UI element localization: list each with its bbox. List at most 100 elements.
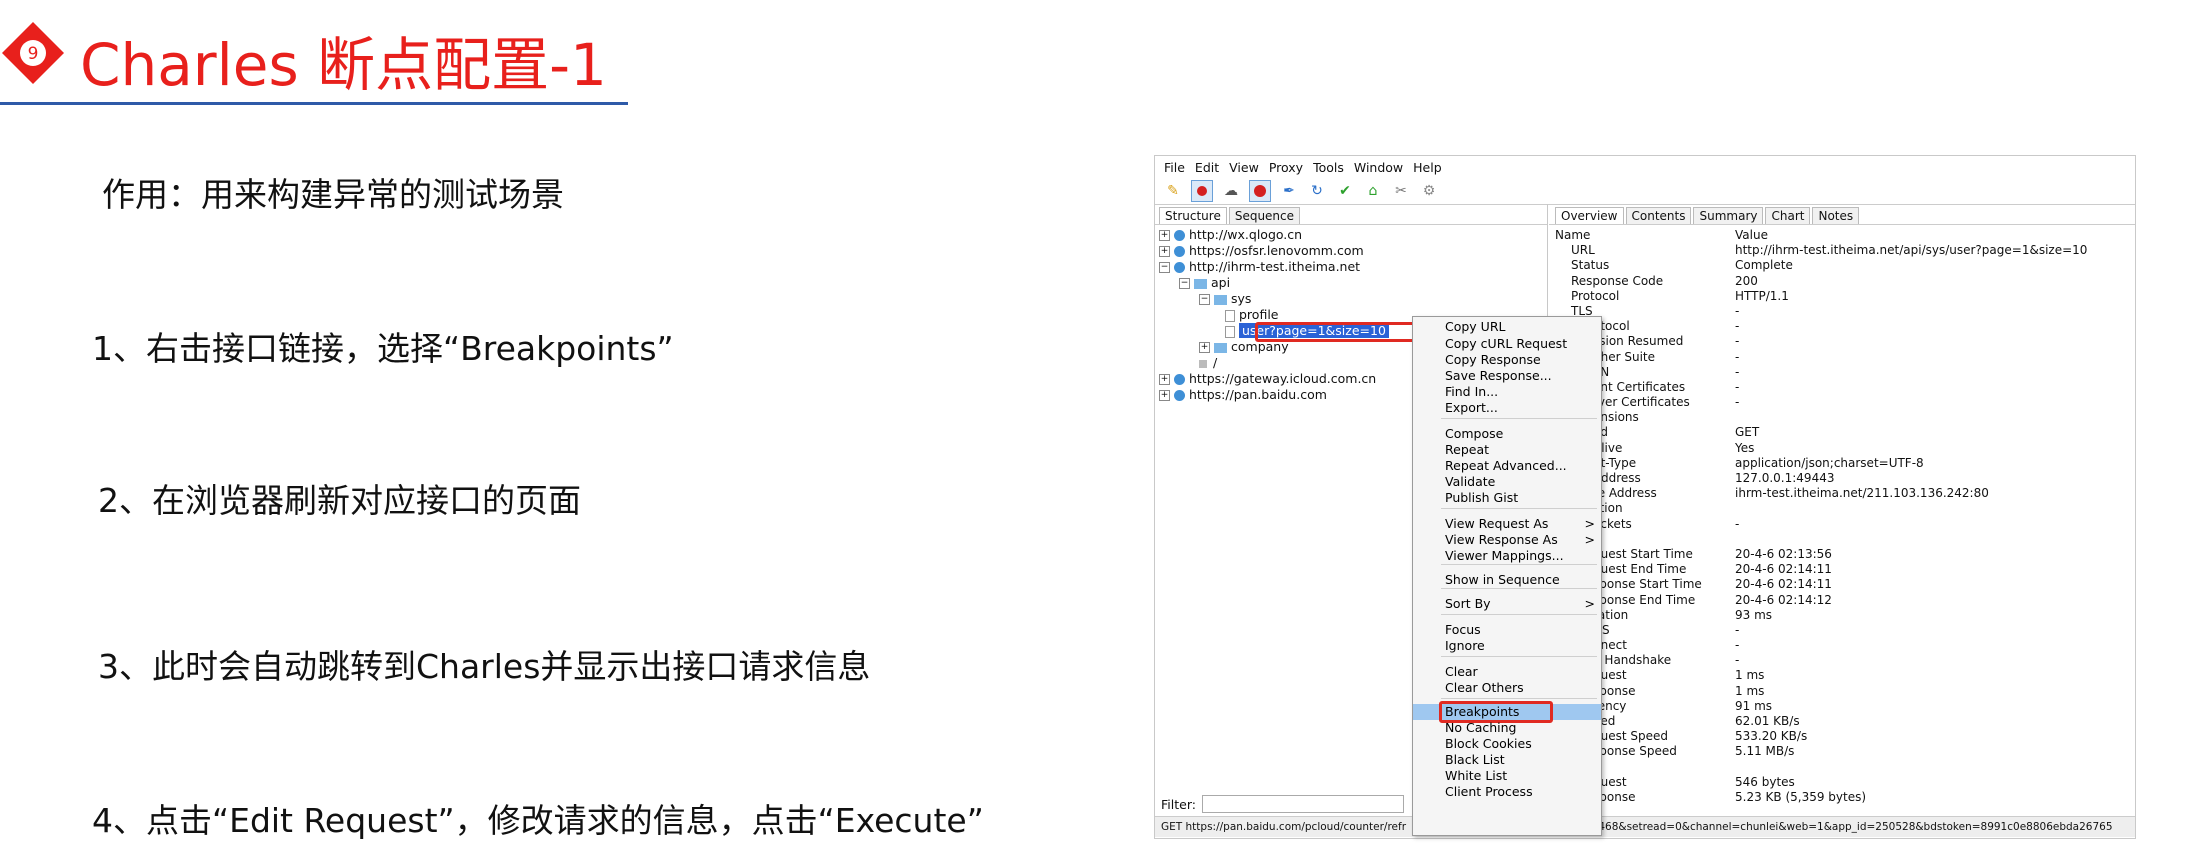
overview-row[interactable]: ent Certificates - — [1549, 380, 2135, 395]
overview-row[interactable]: PN- — [1549, 365, 2135, 380]
overview-row[interactable]: g — [1549, 532, 2135, 547]
tree-node[interactable]: − api — [1155, 275, 1547, 291]
menu-item-block-cookies[interactable]: Block Cookies — [1413, 736, 1601, 752]
menu-item-ignore[interactable]: Ignore — [1413, 638, 1601, 654]
overview-row[interactable]: NS- — [1549, 623, 2135, 638]
menu-item-compose[interactable]: Compose — [1413, 426, 1601, 442]
overview-row[interactable]: rver Certificates - — [1549, 395, 2135, 410]
overview-row[interactable]: Address 127.0.0.1:49443 — [1549, 471, 2135, 486]
record-icon[interactable] — [1191, 180, 1213, 202]
overview-row[interactable]: Response Code 200 — [1549, 274, 2135, 289]
filter-input[interactable] — [1201, 795, 1404, 813]
tools-icon[interactable]: ✂ — [1391, 181, 1411, 201]
overview-row[interactable]: quest 1 ms — [1549, 668, 2135, 683]
menu-item-repeat[interactable]: Repeat — [1413, 442, 1601, 458]
overview-row[interactable]: quest Speed 533.20 KB/s — [1549, 729, 2135, 744]
broom-icon[interactable]: ✎ — [1163, 181, 1183, 201]
menu-item-viewer-mappings[interactable]: Viewer Mappings... — [1413, 548, 1601, 564]
menu-item-copy-curl-request[interactable]: Copy cURL Request — [1413, 336, 1601, 352]
tick-icon[interactable]: ✔ — [1335, 181, 1355, 201]
overview-row[interactable]: ockets - — [1549, 517, 2135, 532]
menu-item-repeat-advanced[interactable]: Repeat Advanced... — [1413, 458, 1601, 474]
expander-icon[interactable]: + — [1159, 390, 1170, 401]
overview-row[interactable]: Alive Yes — [1549, 441, 2135, 456]
expander-icon[interactable]: + — [1159, 230, 1170, 241]
overview-row[interactable]: sponse Speed 5.11 MB/s — [1549, 744, 2135, 759]
menu-item-copy-url[interactable]: Copy URL — [1413, 319, 1601, 335]
overview-row[interactable]: quest Start Time 20-4-6 02:13:56 — [1549, 547, 2135, 562]
tab-summary[interactable]: Summary — [1693, 207, 1764, 224]
menu-item-sort-by[interactable]: Sort By > — [1413, 596, 1601, 612]
menu-item-clear[interactable]: Clear — [1413, 664, 1601, 680]
menu-help[interactable]: Help — [1410, 160, 1445, 175]
overview-row[interactable] — [1549, 760, 2135, 775]
expander-icon[interactable]: + — [1159, 374, 1170, 385]
overview-row[interactable]: nnect - — [1549, 638, 2135, 653]
menu-edit[interactable]: Edit — [1192, 160, 1222, 175]
expander-icon[interactable]: − — [1179, 278, 1190, 289]
tab-structure[interactable]: Structure — [1159, 207, 1227, 224]
overview-row[interactable]: sponse 1 ms — [1549, 684, 2135, 699]
expander-icon[interactable]: − — [1159, 262, 1170, 273]
menu-proxy[interactable]: Proxy — [1266, 160, 1306, 175]
menu-window[interactable]: Window — [1351, 160, 1406, 175]
overview-row[interactable]: nt-Type application/json;charset=UTF-8 — [1549, 456, 2135, 471]
overview-row[interactable]: quest End Time 20-4-6 02:14:11 — [1549, 562, 2135, 577]
overview-row[interactable]: ssion Resumed - — [1549, 334, 2135, 349]
tab-overview[interactable]: Overview — [1555, 207, 1624, 224]
gear-icon[interactable]: ⚙ — [1419, 181, 1439, 201]
menu-item-view-request-as[interactable]: View Request As > — [1413, 516, 1601, 532]
overview-row[interactable]: Status Complete — [1549, 258, 2135, 273]
menu-item-validate[interactable]: Validate — [1413, 474, 1601, 490]
tab-contents[interactable]: Contents — [1625, 207, 1692, 224]
overview-row[interactable]: otocol - — [1549, 319, 2135, 334]
overview-row[interactable]: ensions — [1549, 410, 2135, 425]
overview-row[interactable]: ration 93 ms — [1549, 608, 2135, 623]
refresh-icon[interactable]: ↻ — [1307, 181, 1327, 201]
expander-icon[interactable]: + — [1199, 342, 1210, 353]
tab-chart[interactable]: Chart — [1765, 207, 1811, 224]
overview-row[interactable]: S Handshake - — [1549, 653, 2135, 668]
overview-row[interactable]: Protocol HTTP/1.1 — [1549, 289, 2135, 304]
breakpoint-icon[interactable] — [1249, 180, 1271, 202]
overview-row[interactable]: eed 62.01 KB/s — [1549, 714, 2135, 729]
overview-row[interactable]: ction — [1549, 501, 2135, 516]
overview-row[interactable]: TLS - — [1549, 304, 2135, 319]
expander-icon[interactable]: + — [1159, 246, 1170, 257]
menu-item-publish-gist[interactable]: Publish Gist — [1413, 490, 1601, 506]
basket-icon[interactable]: ⌂ — [1363, 181, 1383, 201]
overview-row[interactable]: pher Suite - — [1549, 350, 2135, 365]
overview-row[interactable]: sponse Start Time 20-4-6 02:14:11 — [1549, 577, 2135, 592]
overview-row[interactable]: URL http://ihrm-test.itheima.net/api/sys/… — [1549, 243, 2135, 258]
menu-file[interactable]: File — [1161, 160, 1188, 175]
menu-item-export[interactable]: Export... — [1413, 400, 1601, 416]
tab-notes[interactable]: Notes — [1812, 207, 1860, 224]
menu-item-save-response[interactable]: Save Response... — [1413, 368, 1601, 384]
overview-row[interactable]: sponse 5.23 KB (5,359 bytes) — [1549, 790, 2135, 805]
overview-row[interactable]: odGET — [1549, 425, 2135, 440]
expander-icon[interactable]: − — [1199, 294, 1210, 305]
menu-view[interactable]: View — [1226, 160, 1262, 175]
tree-node[interactable]: + http://wx.qlogo.cn — [1155, 227, 1547, 243]
menu-item-show-in-sequence[interactable]: Show in Sequence — [1413, 572, 1601, 588]
menu-item-clear-others[interactable]: Clear Others — [1413, 680, 1601, 696]
tree-node[interactable]: − sys — [1155, 291, 1547, 307]
overview-row[interactable]: tency 91 ms — [1549, 699, 2135, 714]
menu-item-find-in[interactable]: Find In... — [1413, 384, 1601, 400]
tree-node[interactable]: − http://ihrm-test.itheima.net — [1155, 259, 1547, 275]
overview-row[interactable]: quest 546 bytes — [1549, 775, 2135, 790]
tree-node[interactable]: + https://osfsr.lenovomm.com — [1155, 243, 1547, 259]
menu-item-client-process[interactable]: Client Process — [1413, 784, 1601, 800]
menu-item-white-list[interactable]: White List — [1413, 768, 1601, 784]
pen-icon[interactable]: ✒ — [1279, 181, 1299, 201]
menu-item-view-response-as[interactable]: View Response As > — [1413, 532, 1601, 548]
throttle-icon[interactable]: ☁ — [1221, 181, 1241, 201]
tab-sequence[interactable]: Sequence — [1228, 207, 1301, 224]
overview-row[interactable]: te Address ihrm-test.itheima.net/211.103.… — [1549, 486, 2135, 501]
menu-item-copy-response[interactable]: Copy Response — [1413, 352, 1601, 368]
menu-tools[interactable]: Tools — [1310, 160, 1347, 175]
overview-row[interactable]: sponse End Time 20-4-6 02:14:12 — [1549, 593, 2135, 608]
menu-item-no-caching[interactable]: No Caching — [1413, 720, 1601, 736]
menu-item-focus[interactable]: Focus — [1413, 622, 1601, 638]
menu-item-black-list[interactable]: Black List — [1413, 752, 1601, 768]
